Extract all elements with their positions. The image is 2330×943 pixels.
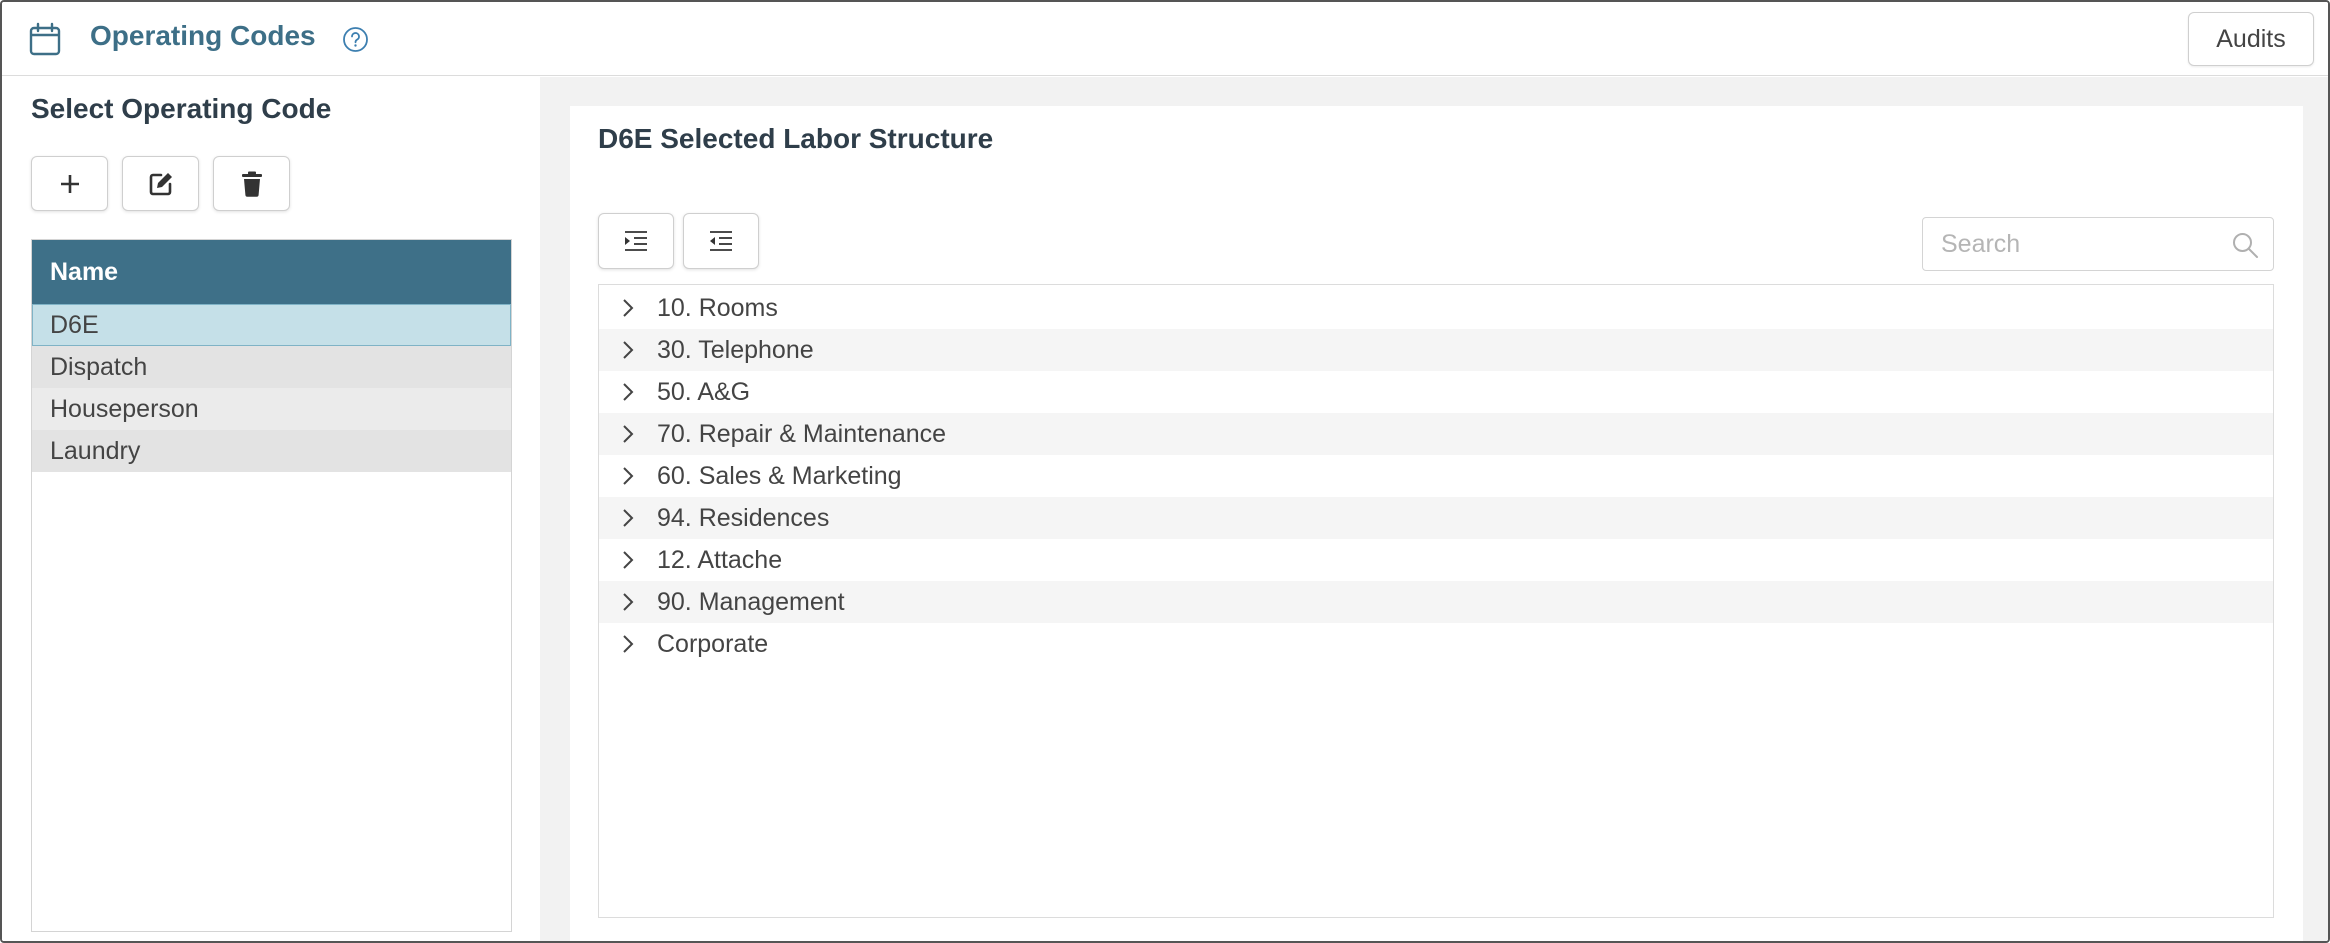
tree-node-label: Corporate bbox=[657, 629, 769, 658]
chevron-right-icon[interactable] bbox=[613, 545, 643, 575]
tree-node-label: 12. Attache bbox=[657, 545, 783, 574]
grid-row[interactable]: Houseperson bbox=[32, 388, 511, 430]
chevron-right-icon[interactable] bbox=[613, 503, 643, 533]
tree-node-label: 50. A&G bbox=[657, 377, 751, 406]
grid-row[interactable]: Dispatch bbox=[32, 346, 511, 388]
edit-icon bbox=[149, 172, 172, 195]
chevron-right-icon[interactable] bbox=[613, 377, 643, 407]
expand-all-button[interactable] bbox=[598, 213, 674, 269]
tree-node[interactable]: 50. A&G bbox=[599, 371, 2273, 413]
chevron-right-icon[interactable] bbox=[613, 293, 643, 323]
labor-structure-tree: 10. Rooms 30. Telephone 50. A&G 70. Repa… bbox=[598, 284, 2274, 918]
operating-code-grid: Name D6E Dispatch Houseperson Laundry bbox=[31, 239, 512, 932]
plus-icon bbox=[60, 174, 79, 193]
tree-node-label: 60. Sales & Marketing bbox=[657, 461, 902, 490]
app-window: Operating Codes Audits Select Operating … bbox=[0, 0, 2330, 943]
chevron-right-icon[interactable] bbox=[613, 461, 643, 491]
collapse-all-button[interactable] bbox=[683, 213, 759, 269]
audits-button[interactable]: Audits bbox=[2188, 12, 2314, 66]
tree-node[interactable]: 10. Rooms bbox=[599, 287, 2273, 329]
section-title: Select Operating Code bbox=[31, 93, 332, 124]
chevron-right-icon[interactable] bbox=[613, 587, 643, 617]
tree-node-label: 70. Repair & Maintenance bbox=[657, 419, 947, 448]
outdent-icon bbox=[710, 231, 732, 251]
operating-code-panel: Select Operating Code Name D6E Dispatch bbox=[2, 77, 540, 941]
tree-node[interactable]: 60. Sales & Marketing bbox=[599, 455, 2273, 497]
card-title: D6E Selected Labor Structure bbox=[598, 123, 994, 154]
labor-structure-panel: D6E Selected Labor Structure Search 10. … bbox=[540, 77, 2328, 941]
help-icon[interactable] bbox=[342, 26, 369, 53]
column-header-name[interactable]: Name bbox=[32, 240, 511, 304]
search-input[interactable] bbox=[1923, 218, 2223, 270]
page-header: Operating Codes Audits bbox=[2, 2, 2328, 76]
indent-icon bbox=[625, 231, 647, 251]
calendar-icon bbox=[29, 22, 61, 56]
search-icon[interactable] bbox=[2231, 231, 2259, 259]
tree-node-label: 30. Telephone bbox=[657, 335, 814, 364]
tree-node[interactable]: 30. Telephone bbox=[599, 329, 2273, 371]
delete-button[interactable] bbox=[213, 156, 290, 211]
tree-node[interactable]: 70. Repair & Maintenance bbox=[599, 413, 2273, 455]
tree-node[interactable]: Corporate bbox=[599, 623, 2273, 665]
edit-button[interactable] bbox=[122, 156, 199, 211]
tree-node[interactable]: 12. Attache bbox=[599, 539, 2273, 581]
chevron-right-icon[interactable] bbox=[613, 419, 643, 449]
tree-node-label: 90. Management bbox=[657, 587, 845, 616]
page-title: Operating Codes bbox=[90, 20, 316, 51]
tree-node-label: 94. Residences bbox=[657, 503, 830, 532]
tree-node[interactable]: 90. Management bbox=[599, 581, 2273, 623]
grid-row[interactable]: Laundry bbox=[32, 430, 511, 472]
search-box bbox=[1922, 217, 2274, 271]
add-button[interactable] bbox=[31, 156, 108, 211]
labor-structure-card: D6E Selected Labor Structure Search 10. … bbox=[570, 106, 2303, 941]
trash-icon bbox=[241, 171, 262, 197]
tree-node-label: 10. Rooms bbox=[657, 293, 778, 322]
chevron-right-icon[interactable] bbox=[613, 629, 643, 659]
chevron-right-icon[interactable] bbox=[613, 335, 643, 365]
tree-node[interactable]: 94. Residences bbox=[599, 497, 2273, 539]
grid-row-selected[interactable]: D6E bbox=[32, 304, 511, 346]
